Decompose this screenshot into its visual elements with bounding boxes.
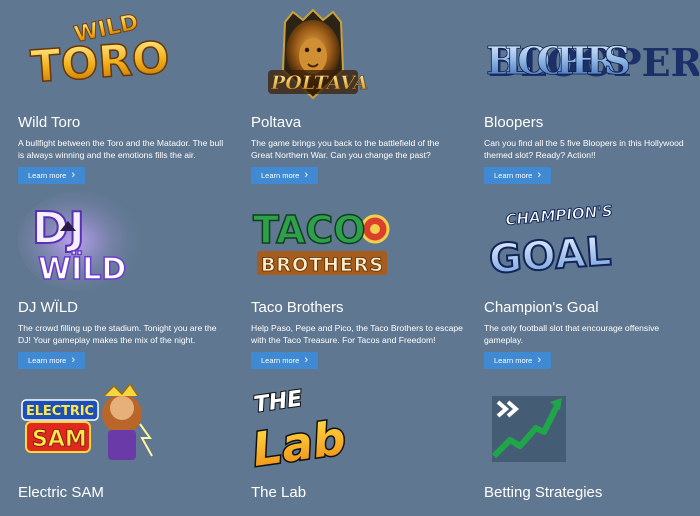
game-title[interactable]: Bloopers (484, 114, 543, 132)
learn-more-button[interactable]: Learn more › (484, 352, 551, 369)
game-card-the-lab: THE Lab The Lab (251, 370, 466, 501)
game-title[interactable]: DJ WÏLD (18, 299, 78, 317)
svg-text:THE: THE (252, 386, 303, 418)
svg-text:GOAL: GOAL (487, 229, 612, 283)
game-title[interactable]: Poltava (251, 114, 301, 132)
learn-more-button[interactable]: Learn more › (18, 352, 85, 369)
svg-text:ELECTRIC: ELECTRIC (26, 404, 94, 419)
learn-more-button[interactable]: Learn more › (251, 352, 318, 369)
learn-more-button[interactable]: Learn more › (484, 167, 551, 184)
game-card-betting-strategies: Betting Strategies (484, 370, 699, 501)
learn-more-label: Learn more (28, 171, 67, 180)
dj-wild-logo[interactable]: DJ WÏLD (18, 185, 233, 293)
game-description: The crowd filling up the stadium. Tonigh… (18, 323, 217, 345)
chevron-right-icon: › (71, 169, 75, 181)
chevron-right-icon: › (304, 169, 308, 181)
learn-more-label: Learn more (261, 171, 300, 180)
champions-goal-logo[interactable]: CHAMPION'S GOAL (484, 185, 699, 293)
game-title[interactable]: The Lab (251, 484, 306, 502)
game-card-taco-brothers: TACO BROTHERS Taco Brothers Help Paso, P… (251, 185, 466, 369)
svg-text:WÏLD: WÏLD (38, 251, 126, 287)
game-card-bloopers: BLOOPERS BLOOPERS Bloopers Can you find … (484, 0, 699, 184)
game-description: Help Paso, Pepe and Pico, the Taco Broth… (251, 323, 463, 345)
bloopers-logo[interactable]: BLOOPERS BLOOPERS (484, 0, 699, 108)
game-description: The game brings you back to the battlefi… (251, 138, 440, 160)
the-lab-logo[interactable]: THE Lab (251, 370, 466, 478)
chevron-right-icon: › (537, 354, 541, 366)
chevron-right-icon: › (71, 354, 75, 366)
game-title[interactable]: Champion's Goal (484, 299, 599, 317)
electric-sam-logo[interactable]: ELECTRIC SAM (18, 370, 233, 478)
game-card-poltava: POLTAVA Poltava The game brings you back… (251, 0, 466, 184)
game-title[interactable]: Taco Brothers (251, 299, 344, 317)
game-title[interactable]: Betting Strategies (484, 484, 602, 502)
game-title[interactable]: Electric SAM (18, 484, 104, 502)
game-card-wild-toro: WILD TORO Wild Toro A bullfight between … (18, 0, 233, 184)
poltava-lion-logo[interactable]: POLTAVA (251, 0, 466, 108)
svg-text:TACO: TACO (253, 208, 366, 252)
chevron-right-icon: › (304, 354, 308, 366)
learn-more-label: Learn more (494, 356, 533, 365)
learn-more-button[interactable]: Learn more › (251, 167, 318, 184)
game-card-dj-wild: DJ WÏLD DJ WÏLD The crowd filling up the… (18, 185, 233, 369)
betting-strategies-chart-icon[interactable] (484, 370, 699, 478)
learn-more-label: Learn more (261, 356, 300, 365)
svg-text:POLTAVA: POLTAVA (270, 72, 368, 94)
game-card-champions-goal: CHAMPION'S GOAL Champion's Goal The only… (484, 185, 699, 369)
svg-text:SAM: SAM (32, 427, 87, 452)
svg-text:DJ: DJ (32, 203, 85, 254)
games-grid: WILD TORO Wild Toro A bullfight between … (0, 0, 700, 516)
taco-brothers-logo[interactable]: TACO BROTHERS (251, 185, 466, 293)
game-description: A bullfight between the Toro and the Mat… (18, 138, 224, 160)
chevron-right-icon: › (537, 169, 541, 181)
game-description: Can you find all the 5 five Bloopers in … (484, 138, 684, 160)
learn-more-label: Learn more (494, 171, 533, 180)
svg-text:Lab: Lab (251, 410, 349, 476)
svg-text:CHAMPION'S: CHAMPION'S (505, 202, 614, 229)
svg-text:BLOOPERS: BLOOPERS (486, 38, 631, 83)
svg-text:BROTHERS: BROTHERS (261, 254, 383, 276)
learn-more-label: Learn more (28, 356, 67, 365)
game-title[interactable]: Wild Toro (18, 114, 80, 132)
game-card-electric-sam: ELECTRIC SAM Electric SAM (18, 370, 233, 501)
learn-more-button[interactable]: Learn more › (18, 167, 85, 184)
game-description: The only football slot that encourage of… (484, 323, 660, 345)
svg-text:TORO: TORO (29, 32, 171, 93)
wild-toro-logo[interactable]: WILD TORO (18, 0, 233, 108)
